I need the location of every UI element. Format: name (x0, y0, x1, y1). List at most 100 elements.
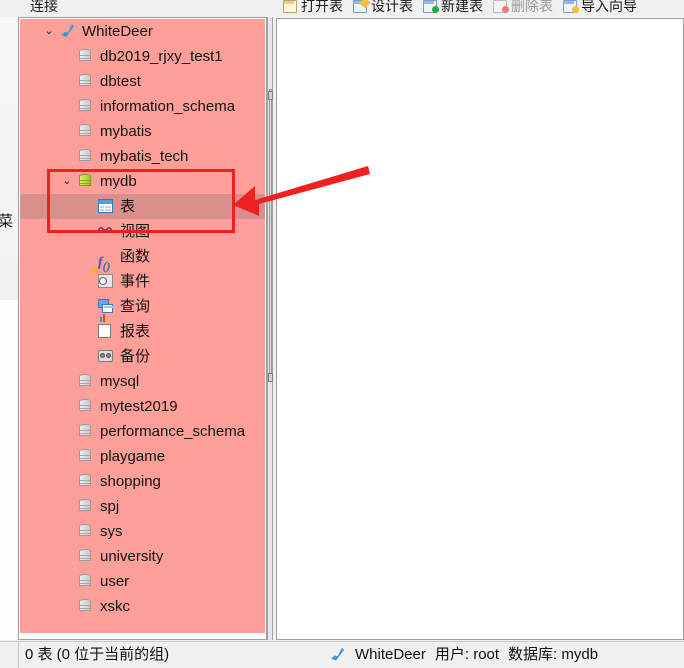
database-icon (78, 424, 94, 439)
tree-node-label: mybatis_tech (100, 148, 189, 165)
function-icon: f() (98, 255, 111, 273)
status-connection-name: WhiteDeer (355, 646, 426, 663)
toolbar-items: 打开表 设计表 新建表 删除表 导入向导 (283, 0, 637, 16)
database-icon (78, 549, 94, 564)
tree-node[interactable]: mybatis (20, 119, 265, 144)
splitter-rail (269, 89, 272, 379)
tree-node-label: mybatis (100, 123, 152, 140)
tree-node[interactable]: mybatis_tech (20, 144, 265, 169)
tree-node[interactable]: information_schema (20, 94, 265, 119)
panel-splitter[interactable] (267, 17, 273, 640)
tree-node[interactable]: sys (20, 519, 265, 544)
open-table-icon (283, 0, 298, 13)
toolbar-label: 删除表 (511, 0, 553, 14)
tree-node[interactable]: ⌄ WhiteDeer (20, 19, 265, 44)
design-table-icon (353, 0, 371, 13)
database-icon (78, 374, 94, 389)
database-icon (78, 474, 94, 489)
application-window: 连接 打开表 设计表 新建表 删除表 导入向导 菜 ⌄ WhiteDeer db… (0, 0, 684, 668)
tree-node[interactable]: playgame (20, 444, 265, 469)
tree-node-label: university (100, 548, 164, 565)
view-icon (98, 224, 114, 239)
database-icon (78, 399, 94, 414)
connection-icon (330, 647, 346, 663)
tree-node-label: db2019_rjxy_test1 (100, 48, 223, 65)
tree-node-label: 函数 (120, 248, 151, 265)
clipped-menu-label: 菜 (0, 213, 14, 230)
tree-node[interactable]: spj (20, 494, 265, 519)
tree-node[interactable]: 报表 (20, 314, 265, 344)
tree-node-label: xskc (100, 598, 130, 615)
toolbar-button-import-wizard[interactable]: 导入向导 (563, 0, 637, 16)
tree-node-label: 事件 (120, 273, 151, 290)
query-icon (98, 299, 114, 314)
tree-node-label: mydb (100, 173, 137, 190)
connection-tree[interactable]: ⌄ WhiteDeer db2019_rjxy_test1dbtest informa… (20, 19, 265, 633)
splitter-grip-bottom[interactable] (268, 373, 273, 382)
database-icon (78, 574, 94, 589)
tree-node[interactable]: f() 函数 (20, 244, 265, 273)
toolbar-button-new-table[interactable]: 新建表 (423, 0, 483, 16)
database-icon (78, 149, 94, 164)
status-user: 用户: root (434, 646, 500, 663)
delete-table-icon (493, 0, 509, 13)
tree-node-label: mysql (100, 373, 140, 390)
status-database: 数据库: mydb (508, 646, 599, 663)
tree-node-label: 表 (120, 198, 136, 215)
toolbar-button-delete-table[interactable]: 删除表 (493, 0, 553, 16)
tree-node[interactable]: db2019_rjxy_test1 (20, 44, 265, 69)
database-open-icon (78, 174, 94, 189)
tree-node[interactable]: user (20, 569, 265, 594)
tree-node[interactable]: 查询 (20, 294, 265, 319)
tree-node-label: 报表 (120, 323, 151, 340)
backup-icon (98, 349, 114, 364)
chevron-down-icon[interactable]: ⌄ (42, 19, 56, 44)
toolbar-button-design-table[interactable]: 设计表 (353, 0, 413, 16)
toolbar: 连接 打开表 设计表 新建表 删除表 导入向导 (0, 0, 684, 16)
status-bar: 0 表 (0 位于当前的组) WhiteDeer 用户: root 数据库: m… (0, 641, 684, 668)
chevron-down-icon[interactable]: ⌄ (60, 169, 74, 194)
tree-node-label: sys (100, 523, 123, 540)
database-icon (78, 449, 94, 464)
event-icon (92, 268, 114, 289)
splitter-grip-top[interactable] (268, 91, 273, 100)
tree-node-label: performance_schema (100, 423, 246, 440)
tree-node-label: mytest2019 (100, 398, 178, 415)
connection-panel-title: 连接 (30, 0, 58, 14)
tree-node-label: shopping (100, 473, 161, 490)
tree-node[interactable]: university (20, 544, 265, 569)
tree-node[interactable]: mytest2019 (20, 394, 265, 419)
toolbar-label: 设计表 (371, 0, 413, 14)
database-icon (78, 599, 94, 614)
tree-node[interactable]: performance_schema (20, 419, 265, 444)
object-list-panel[interactable] (276, 18, 684, 640)
database-icon (78, 499, 94, 514)
import-wizard-icon (563, 0, 579, 13)
tree-node[interactable]: dbtest (20, 69, 265, 94)
table-icon (98, 199, 114, 214)
database-icon (78, 74, 94, 89)
tree-node-label: spj (100, 498, 120, 515)
tree-node-label: dbtest (100, 73, 141, 90)
tree-node-label: 视图 (120, 223, 151, 240)
left-edge-strip-lower (0, 300, 17, 640)
tree-node[interactable]: ⌄ mydb (20, 169, 265, 194)
database-icon (78, 524, 94, 539)
toolbar-label: 新建表 (441, 0, 483, 14)
tree-node[interactable]: 视图 (20, 219, 265, 244)
tree-node[interactable]: 表 (20, 194, 265, 219)
toolbar-button-open-table[interactable]: 打开表 (283, 0, 343, 16)
connection-tree-panel: ⌄ WhiteDeer db2019_rjxy_test1dbtest informa… (18, 17, 267, 640)
toolbar-label: 打开表 (301, 0, 343, 14)
connection-icon (60, 24, 76, 39)
tree-node[interactable]: mysql (20, 369, 265, 394)
tree-node[interactable]: shopping (20, 469, 265, 494)
tree-node-label: 备份 (120, 348, 151, 365)
tree-node-label: information_schema (100, 98, 236, 115)
tree-node[interactable]: 备份 (20, 344, 265, 369)
tree-node[interactable]: 事件 (20, 268, 265, 294)
tree-node-label: user (100, 573, 130, 590)
database-icon (78, 49, 94, 64)
status-object-count: 0 表 (0 位于当前的组) (18, 642, 318, 668)
tree-node[interactable]: xskc (20, 594, 265, 619)
